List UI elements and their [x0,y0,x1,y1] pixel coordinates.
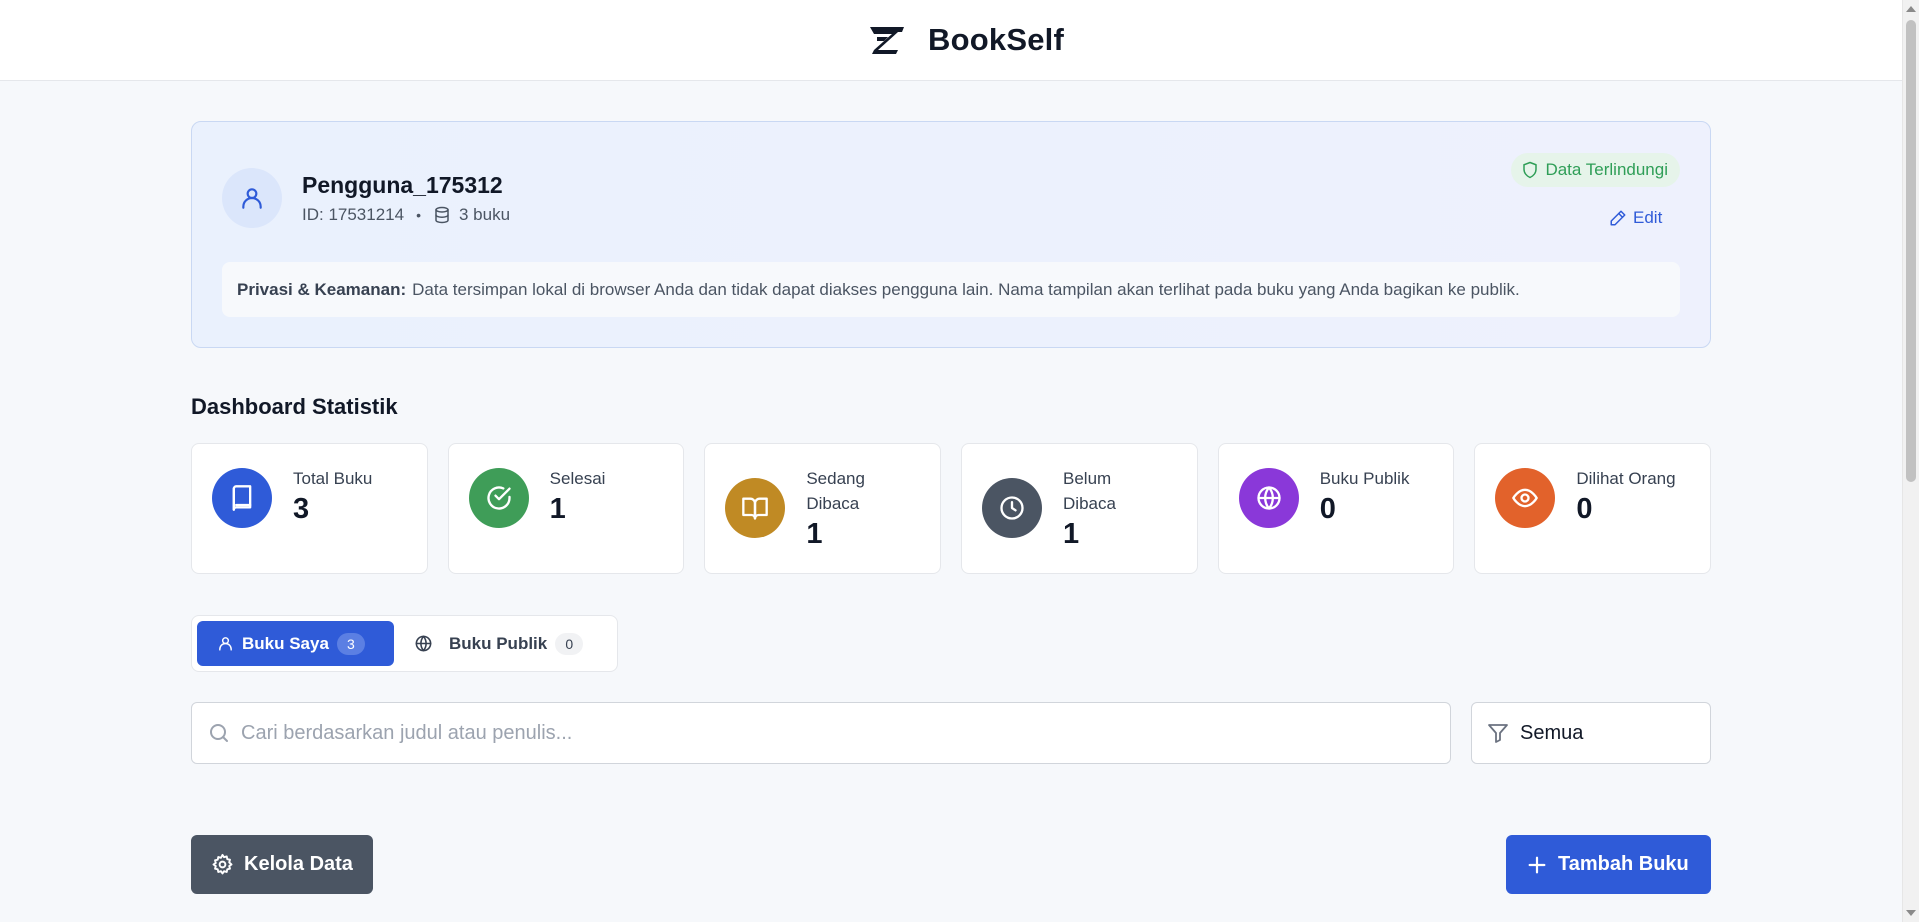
tab-label: Buku Saya [242,633,329,653]
check-circle-icon [487,486,511,510]
stat-card-total: Total Buku 3 [191,443,428,574]
username: Pengguna_175312 [302,172,503,198]
status-badge-label: Data Terlindungi [1545,160,1668,179]
app-header: BookSelf [0,0,1902,81]
manage-data-label: Kelola Data [244,853,353,875]
stat-icon-public [1238,468,1299,528]
book-count: 3 buku [459,205,511,224]
book-tabs: Buku Saya 3 Buku Publik 0 [191,615,618,672]
filter-icon [1488,724,1508,743]
scroll-thumb[interactable] [1906,20,1916,482]
stat-icon-views [1495,468,1556,528]
book-icon [232,485,252,511]
stat-value: 1 [806,518,823,550]
profile-card: Pengguna_175312 ID: 17531214 • 3 buku Da… [191,121,1711,348]
stat-icon-reading [725,478,786,538]
book-open-icon [742,497,769,520]
scroll-up-icon[interactable] [1906,6,1916,12]
globe-icon [415,635,432,652]
database-icon [435,206,449,224]
stat-value: 0 [1576,493,1593,525]
status-badge: Data Terlindungi [1511,153,1680,187]
stat-value: 1 [1063,518,1080,550]
search-bar [191,702,1451,764]
tab-label: Buku Publik [449,633,548,653]
status-filter-select[interactable]: Semua [1471,702,1711,764]
add-book-label: Tambah Buku [1558,853,1689,875]
stat-card-views: Dilihat Orang 0 [1474,443,1712,574]
search-icon [210,724,228,742]
stat-label: Selesai [549,469,606,488]
shield-icon [1523,161,1538,179]
search-input[interactable] [241,721,1450,745]
gear-icon [212,853,233,875]
stats-grid: Total Buku 3 Selesai 1 Sedang Dibaca 1 B… [191,443,1712,574]
stat-label: Sedang Dibaca [806,469,865,513]
privacy-title: Privasi & Keamanan: [237,279,407,299]
stat-card-unread: Belum Dibaca 1 [961,443,1198,574]
globe-icon [1257,486,1281,510]
stat-icon-finished [468,468,529,528]
meta-separator: • [416,207,421,223]
scroll-down-icon[interactable] [1906,910,1916,916]
dashboard-title: Dashboard Statistik [191,394,398,419]
avatar [222,168,282,228]
clock-icon [1000,496,1024,520]
add-book-button[interactable]: Tambah Buku [1506,835,1711,894]
pencil-icon [1610,210,1626,226]
stat-label: Dilihat Orang [1576,469,1676,488]
stat-icon-unread [982,478,1043,538]
privacy-text: Data tersimpan lokal di browser Anda dan… [412,279,1520,299]
stat-card-public: Buku Publik 0 [1217,443,1455,574]
tab-count-badge: 3 [336,632,365,655]
user-icon [219,637,232,651]
privacy-notice: Privasi & Keamanan: Data tersimpan lokal… [222,262,1680,317]
stat-icon-total [212,468,272,528]
stat-label: Buku Publik [1319,469,1410,488]
stat-label: Total Buku [293,469,373,488]
app-title: BookSelf [928,22,1064,57]
stat-value: 0 [1319,493,1336,525]
manage-data-button[interactable]: Kelola Data [191,835,373,894]
user-id: ID: 17531214 [302,205,405,224]
eye-icon [1512,488,1539,508]
tab-my-books[interactable]: Buku Saya 3 [197,621,394,666]
edit-label: Edit [1633,208,1663,227]
page-scrollbar[interactable] [1902,0,1919,922]
tab-public-books[interactable]: Buku Publik 0 [394,621,603,666]
filter-value: Semua [1520,721,1584,744]
stat-card-reading: Sedang Dibaca 1 [704,443,942,574]
bookself-logo-icon [868,21,906,59]
stat-card-finished: Selesai 1 [447,443,685,574]
plus-icon [1528,856,1546,873]
brand[interactable]: BookSelf [868,21,1064,59]
user-icon [242,188,262,209]
stat-value: 3 [293,493,310,525]
tab-count-badge: 0 [555,632,584,655]
profile-meta: ID: 17531214 • 3 buku [302,205,510,225]
stat-value: 1 [549,493,566,525]
edit-profile-button[interactable]: Edit [1609,208,1875,228]
stat-label: Belum Dibaca [1063,469,1116,513]
